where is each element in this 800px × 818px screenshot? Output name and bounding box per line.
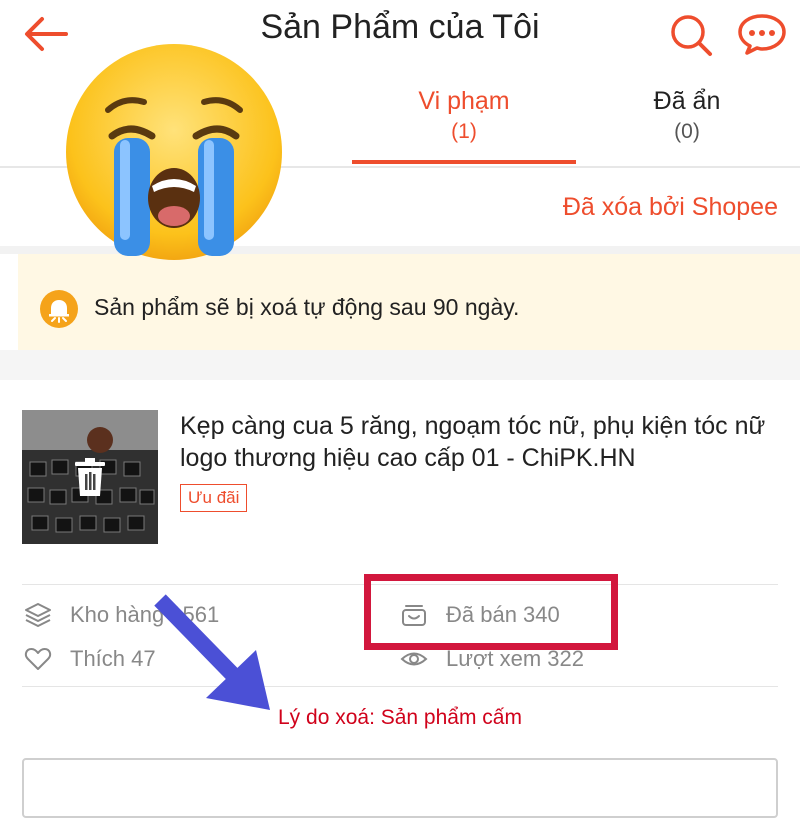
delete-reason: Lý do xoá: Sản phẩm cấm: [278, 706, 522, 729]
tab-violation[interactable]: Vi phạm (1): [352, 84, 576, 164]
product-card: Kẹp càng cua 5 răng, ngoạm tóc nữ, phụ k…: [0, 380, 800, 818]
tab-violation-count: (1): [451, 120, 477, 143]
divider: [22, 686, 778, 687]
crying-face-emoji: [66, 44, 282, 260]
stack-icon: [25, 603, 51, 627]
auto-delete-notice: Sản phẩm sẽ bị xoá tự động sau 90 ngày.: [18, 254, 800, 350]
sold-highlight-box: [364, 574, 618, 650]
search-icon[interactable]: [668, 12, 714, 58]
tab-violation-label: Vi phạm: [418, 87, 510, 115]
likes-label: Thích 47: [70, 646, 156, 671]
chat-icon[interactable]: [736, 12, 788, 56]
trash-icon: [75, 458, 105, 496]
tab-hidden-label: Đã ẩn: [653, 87, 721, 115]
heart-icon: [24, 648, 52, 670]
likes-stat: Thích 47: [24, 644, 284, 674]
product-name[interactable]: Kẹp càng cua 5 răng, ngoạm tóc nữ, phụ k…: [180, 410, 780, 474]
tab-hidden[interactable]: Đã ẩn (0): [576, 84, 798, 164]
deleted-by-shopee-filter[interactable]: Đã xóa bởi Shopee: [563, 193, 778, 222]
notice-text: Sản phẩm sẽ bị xoá tự động sau 90 ngày.: [94, 294, 520, 320]
stock-stat: Kho hàng 1561: [24, 600, 284, 630]
appeal-input-box[interactable]: [22, 758, 778, 818]
section-gap: [0, 350, 800, 380]
tab-hidden-count: (0): [674, 120, 700, 143]
product-thumbnail[interactable]: [22, 410, 158, 544]
stock-label: Kho hàng 1561: [70, 602, 220, 627]
bell-icon: [40, 290, 78, 328]
promo-badge: Ưu đãi: [180, 484, 248, 512]
